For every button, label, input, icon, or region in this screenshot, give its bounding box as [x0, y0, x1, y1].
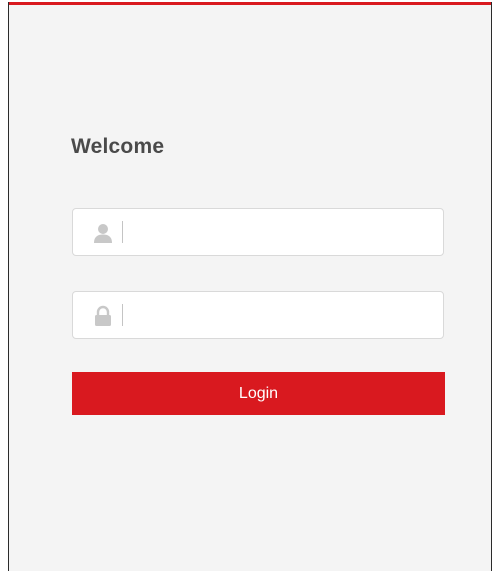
top-accent-bar	[9, 2, 491, 5]
password-field[interactable]	[72, 291, 444, 339]
username-input[interactable]	[127, 217, 431, 249]
login-page: Welcome Login	[0, 0, 493, 571]
username-field[interactable]	[72, 208, 444, 256]
user-icon	[92, 222, 114, 244]
lock-icon	[92, 305, 114, 327]
login-button[interactable]: Login	[72, 372, 445, 415]
login-panel: Welcome Login	[8, 2, 492, 571]
username-divider	[122, 221, 123, 243]
welcome-heading: Welcome	[71, 135, 165, 158]
password-input[interactable]	[127, 300, 431, 332]
password-divider	[122, 304, 123, 326]
